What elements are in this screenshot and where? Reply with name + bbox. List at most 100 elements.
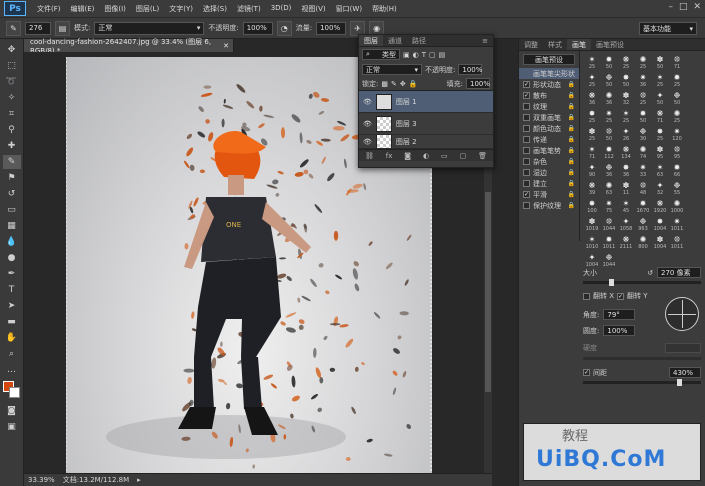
brush-tip[interactable]: ❉ 36 <box>601 162 617 179</box>
spacing-checkbox[interactable]: ✓ <box>583 369 590 376</box>
lock-icon[interactable]: 🔒 <box>568 180 575 187</box>
reset-size-icon[interactable]: ↺ <box>647 269 653 277</box>
brush-tool-icon[interactable]: ✎ <box>2 155 21 169</box>
layer-name[interactable]: 图层 3 <box>396 119 417 129</box>
spacing-slider[interactable] <box>583 379 701 386</box>
tab-adjustments[interactable]: 调整 <box>519 39 543 50</box>
brush-tip[interactable]: ✸ 50 <box>618 72 634 89</box>
brush-option-checkbox[interactable] <box>523 136 530 143</box>
menu-item[interactable]: 视图(V) <box>296 4 330 14</box>
background-color-swatch[interactable] <box>9 387 20 398</box>
panel-menu-icon[interactable]: ≡ <box>477 35 493 46</box>
brush-option[interactable]: ✓ 平滑 🔒 <box>519 189 579 200</box>
brush-tip[interactable]: ❊ 1011 <box>669 234 685 251</box>
menu-item[interactable]: 文件(F) <box>32 4 66 14</box>
gradient-tool-icon[interactable]: ▦ <box>3 219 21 233</box>
brush-tip[interactable]: ✹ 1670 <box>635 198 651 215</box>
lock-icon[interactable]: 🔒 <box>568 191 575 198</box>
dodge-tool-icon[interactable]: ● <box>3 251 21 265</box>
lock-pixels-icon[interactable]: ▩ <box>381 80 388 88</box>
brush-tip[interactable]: ✸ 25 <box>652 126 668 143</box>
filter-shape-icon[interactable]: ▢ <box>429 51 436 59</box>
quick-select-tool-icon[interactable]: ✧ <box>3 91 21 105</box>
flow-input[interactable]: 100% <box>316 21 347 35</box>
hardness-slider[interactable] <box>583 357 701 360</box>
brush-tip[interactable]: ✸ 25 <box>584 108 600 125</box>
brush-tip[interactable]: ❋ 2111 <box>618 234 634 251</box>
brush-tip[interactable]: ✶ 25 <box>652 72 668 89</box>
brush-tip[interactable]: ✺ 36 <box>601 90 617 107</box>
brush-option[interactable]: 保护纹理 🔒 <box>519 200 579 211</box>
lock-icon[interactable]: 🔒 <box>568 125 575 132</box>
layer-name[interactable]: 图层 2 <box>396 137 417 147</box>
brush-tool-icon[interactable]: ✎ <box>6 20 21 36</box>
blur-tool-icon[interactable]: 💧 <box>3 235 21 249</box>
brush-tip[interactable]: ✶ 1010 <box>584 234 600 251</box>
roundness-input[interactable]: 100% <box>603 325 636 336</box>
close-icon[interactable]: ✕ <box>223 42 229 50</box>
brush-option[interactable]: 湿边 🔒 <box>519 167 579 178</box>
brush-tip[interactable]: ❊ 71 <box>669 54 685 71</box>
lock-icon[interactable]: 🔒 <box>568 114 575 121</box>
brush-option-checkbox[interactable] <box>523 169 530 176</box>
brush-tip[interactable]: ✷ 75 <box>601 198 617 215</box>
brush-option-checkbox[interactable] <box>523 158 530 165</box>
brush-tip[interactable]: ❋ 25 <box>618 54 634 71</box>
brush-tip[interactable]: ❉ 50 <box>669 90 685 107</box>
tab-styles[interactable]: 样式 <box>543 39 567 50</box>
brush-angle-widget[interactable] <box>665 297 699 331</box>
brush-tip[interactable]: ✺ 25 <box>635 54 651 71</box>
size-slider[interactable] <box>583 279 701 286</box>
brush-tip[interactable]: ❊ 50 <box>601 126 617 143</box>
pressure-opacity-icon[interactable]: ◔ <box>276 20 292 36</box>
brush-tip[interactable]: ✹ 112 <box>601 144 617 161</box>
new-group-icon[interactable]: ▭ <box>441 152 448 160</box>
brush-tip[interactable]: ❊ 95 <box>669 144 685 161</box>
lock-icon[interactable]: 🔒 <box>568 103 575 110</box>
eye-icon[interactable]: 👁 <box>363 98 372 106</box>
brush-tip[interactable]: ✶ 71 <box>584 144 600 161</box>
brush-option[interactable]: ✓ 散布 🔒 <box>519 90 579 101</box>
brush-tip[interactable]: ✷ 1011 <box>669 216 685 233</box>
history-brush-icon[interactable]: ↺ <box>3 187 21 201</box>
opacity-input[interactable]: 100% <box>242 21 273 35</box>
spacing-slider-handle[interactable] <box>677 379 683 386</box>
brush-option-checkbox[interactable] <box>523 147 530 154</box>
brush-panel-toggle-icon[interactable]: ▤ <box>55 20 70 36</box>
brush-tip[interactable]: ✺ 74 <box>635 144 651 161</box>
lock-icon[interactable]: 🔒 <box>568 136 575 143</box>
trash-icon[interactable]: 🗑 <box>478 152 487 160</box>
brush-tip[interactable]: ❉ 1044 <box>601 252 617 269</box>
angle-input[interactable]: 79° <box>603 309 636 320</box>
size-input[interactable]: 270 像素 <box>657 267 701 278</box>
brush-tip[interactable]: ✽ 25 <box>584 126 600 143</box>
brush-tip[interactable]: ✽ 1019 <box>584 216 600 233</box>
layer-name[interactable]: 图层 1 <box>396 97 417 107</box>
flip-x-checkbox[interactable] <box>583 292 590 300</box>
stamp-tool-icon[interactable]: ⚑ <box>3 171 21 185</box>
menu-item[interactable]: 编辑(E) <box>66 4 100 14</box>
lock-icon[interactable]: 🔒 <box>568 202 575 209</box>
shape-tool-icon[interactable]: ▬ <box>3 315 21 329</box>
brush-presets-button[interactable]: 画笔预设 <box>523 54 575 65</box>
brush-tip[interactable]: ❉ 30 <box>635 126 651 143</box>
brush-tip[interactable]: ✦ 1058 <box>618 216 634 233</box>
brush-tip[interactable]: ✷ 33 <box>635 162 651 179</box>
menu-item[interactable]: 滤镜(T) <box>232 4 266 14</box>
move-tool-icon[interactable]: ✥ <box>3 43 21 57</box>
tab-brush-presets[interactable]: 画笔预设 <box>591 39 629 50</box>
filter-adjust-icon[interactable]: ◐ <box>413 51 419 59</box>
brush-tip[interactable]: ❉ 963 <box>635 216 651 233</box>
more-tools-icon[interactable]: … <box>3 363 21 377</box>
brush-tip[interactable]: ✹ 25 <box>669 72 685 89</box>
brush-tip[interactable]: ✹ 1011 <box>601 234 617 251</box>
brush-tip[interactable]: ❉ 50 <box>601 72 617 89</box>
brush-tip[interactable]: ✷ 36 <box>635 72 651 89</box>
brush-tip[interactable]: ✦ 90 <box>584 162 600 179</box>
brush-option-checkbox[interactable] <box>523 180 530 187</box>
layer-row[interactable]: 👁 图层 1 <box>359 91 493 113</box>
menu-item[interactable]: 文字(Y) <box>164 4 198 14</box>
path-select-tool-icon[interactable]: ➤ <box>3 299 21 313</box>
link-layers-icon[interactable]: ⛓ <box>365 152 374 160</box>
marquee-tool-icon[interactable]: ⬚ <box>3 59 21 73</box>
